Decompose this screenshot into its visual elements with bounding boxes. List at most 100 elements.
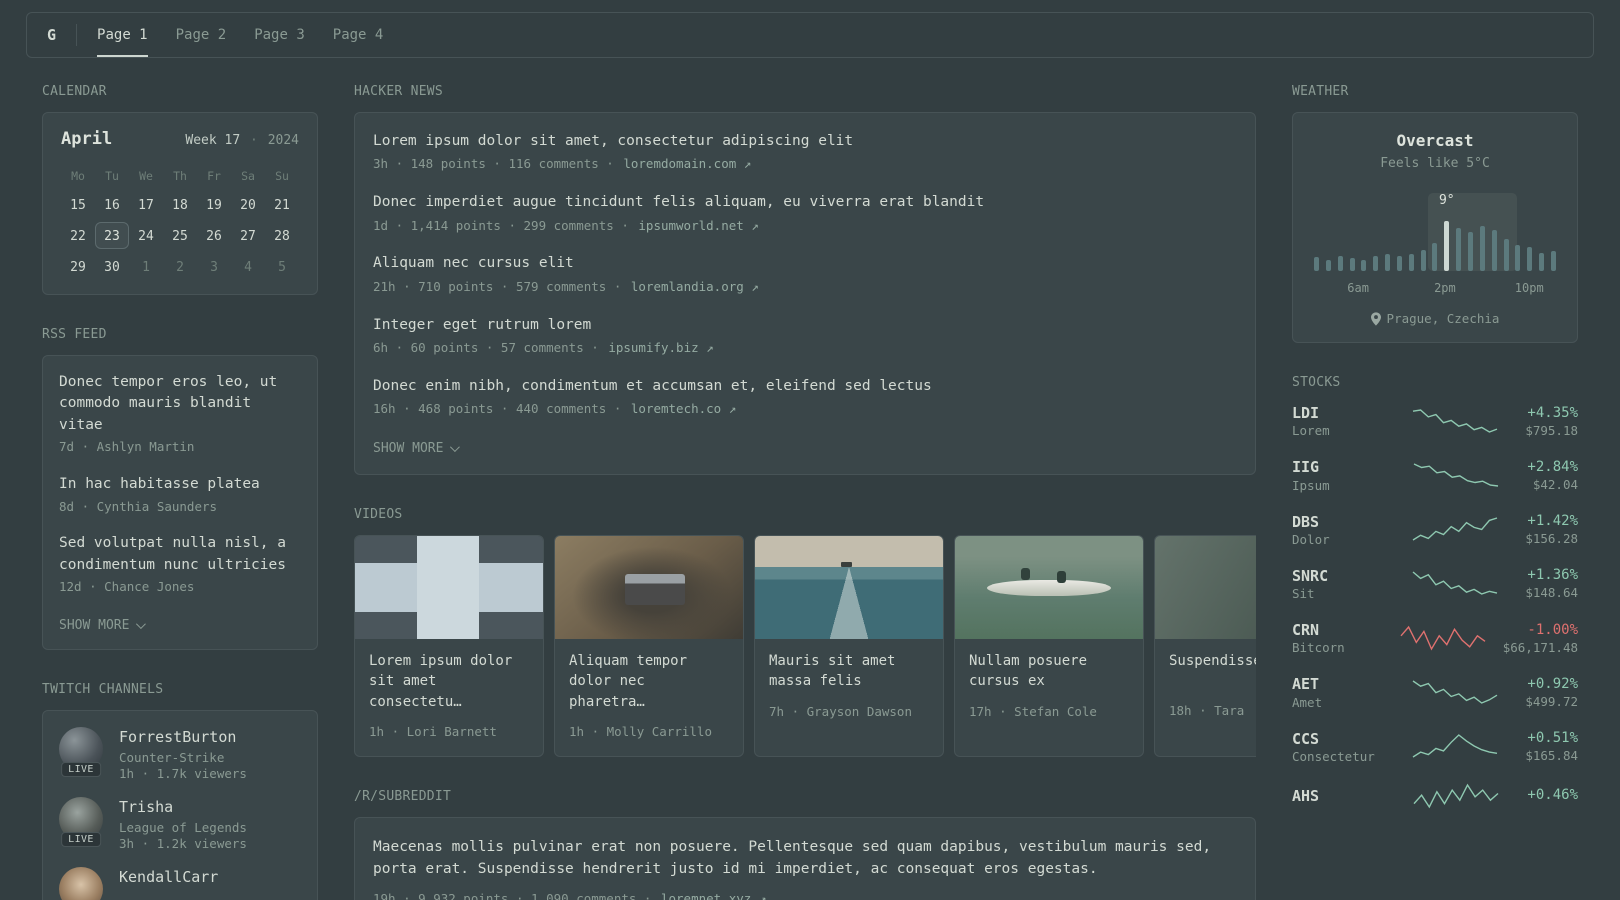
weather-bar <box>1385 253 1391 271</box>
video-thumbnail[interactable] <box>355 536 543 640</box>
hn-show-more-button[interactable]: SHOW MORE <box>373 441 461 456</box>
calendar-day: 4 <box>244 260 252 275</box>
videos-row: Lorem ipsum dolor sit amet consectetu… 1… <box>354 535 1256 757</box>
rss-item-meta: 8d · Cynthia Saunders <box>59 498 218 514</box>
hn-item-domain-link[interactable]: ipsumify.biz ↗ <box>608 340 713 355</box>
stock-price: $499.72 <box>1525 693 1578 709</box>
stock-identity: AHS <box>1292 786 1384 806</box>
live-badge: LIVE <box>61 831 101 847</box>
hn-item-domain-link[interactable]: loremdomain.com ↗ <box>623 156 751 171</box>
stock-row[interactable]: CCS Consectetur +0.51% $165.84 <box>1292 729 1578 764</box>
hn-item-meta: 1d · 1,414 points · 299 comments · ipsum… <box>373 217 1237 236</box>
video-card[interactable]: Nullam posuere cursus ex 17h · Stefan Co… <box>954 535 1144 757</box>
hn-item-domain-link[interactable]: ipsumworld.net ↗ <box>638 218 758 233</box>
stock-price: $66,171.48 <box>1502 639 1578 655</box>
hn-item-title[interactable]: Lorem ipsum dolor sit amet, consectetur … <box>373 131 1237 152</box>
avatar: LIVE <box>59 796 103 847</box>
stock-row[interactable]: AHS +0.46% <box>1292 783 1578 809</box>
stock-price: $148.64 <box>1525 585 1578 601</box>
subreddit-section-title: /R/SUBREDDIT <box>354 788 452 804</box>
video-title[interactable]: Aliquam tempor dolor nec pharetra… <box>569 651 729 712</box>
calendar-day: 26 <box>206 229 222 244</box>
stock-identity: CRN Bitcorn <box>1292 620 1384 655</box>
stock-row[interactable]: SNRC Sit +1.36% $148.64 <box>1292 566 1578 601</box>
stock-sparkline <box>1384 733 1525 759</box>
video-title[interactable]: Suspendisse diam <box>1169 651 1256 691</box>
video-card[interactable]: Mauris sit amet massa felis 7h · Grayson… <box>754 535 944 757</box>
stock-change: +0.46% <box>1527 787 1578 804</box>
hn-item-domain-link[interactable]: loremlandia.org ↗ <box>631 279 759 294</box>
hn-item-title[interactable]: Donec enim nibh, condimentum et accumsan… <box>373 376 1237 397</box>
page-tab[interactable]: Page 1 <box>97 13 148 57</box>
video-thumbnail[interactable] <box>755 536 943 640</box>
stock-row[interactable]: IIG Ipsum +2.84% $42.04 <box>1292 457 1578 492</box>
channel-name[interactable]: ForrestBurton <box>119 727 247 748</box>
stock-row[interactable]: CRN Bitcorn -1.00% $66,171.48 <box>1292 620 1578 655</box>
weather-bar <box>1396 256 1402 271</box>
video-body: Aliquam tempor dolor nec pharetra… 1h · … <box>555 639 743 756</box>
rss-show-more-button[interactable]: SHOW MORE <box>59 618 147 633</box>
video-card[interactable]: Lorem ipsum dolor sit amet consectetu… 1… <box>354 535 544 757</box>
rss-item: Donec tempor eros leo, ut commodo mauris… <box>59 372 301 457</box>
middle-column: HACKER NEWS Lorem ipsum dolor sit amet, … <box>354 84 1256 900</box>
left-column: CALENDAR April Week 17 · 2024 Mo Tu We T… <box>42 84 318 900</box>
calendar-day: 18 <box>172 198 188 213</box>
hn-item-title[interactable]: Integer eget rutrum lorem <box>373 315 1237 336</box>
stock-row[interactable]: AET Amet +0.92% $499.72 <box>1292 674 1578 709</box>
weather-bar <box>1432 242 1438 271</box>
video-title[interactable]: Lorem ipsum dolor sit amet consectetu… <box>369 651 529 712</box>
stock-values: +0.46% <box>1527 786 1578 805</box>
hacker-news-list: Lorem ipsum dolor sit amet, consectetur … <box>373 131 1237 419</box>
hacker-news-item: Aliquam nec cursus elit 21h · 710 points… <box>373 253 1237 296</box>
weather-bar <box>1337 256 1343 271</box>
video-thumbnail[interactable] <box>955 536 1143 640</box>
video-meta: 17h · Stefan Cole <box>969 703 1097 719</box>
rss-item-meta: 12d · Chance Jones <box>59 579 195 595</box>
stock-sparkline <box>1384 408 1525 434</box>
rss-item-title[interactable]: Donec tempor eros leo, ut commodo mauris… <box>59 372 301 436</box>
weather-bars <box>1311 221 1559 271</box>
stock-row[interactable]: DBS Dolor +1.42% $156.28 <box>1292 512 1578 547</box>
stock-ticker: AET <box>1292 675 1320 694</box>
page-tab[interactable]: Page 3 <box>254 13 305 57</box>
channel-name[interactable]: Trisha <box>119 797 247 818</box>
stock-row[interactable]: LDI Lorem +4.35% $795.18 <box>1292 403 1578 438</box>
channel-name[interactable]: KendallCarr <box>119 867 218 888</box>
weather-feels-like: Feels like 5°C <box>1380 156 1490 171</box>
weather-card: Overcast Feels like 5°C 9° 6am 2pm 10pm Pr… <box>1292 112 1578 343</box>
video-title[interactable]: Nullam posuere cursus ex <box>969 651 1129 692</box>
video-card[interactable]: Suspendisse diam 18h · Tara <box>1154 535 1256 757</box>
hacker-news-item: Integer eget rutrum lorem 6h · 60 points… <box>373 315 1237 358</box>
video-thumbnail[interactable] <box>1155 536 1256 640</box>
rss-item: Sed volutpat nulla nisl, a condimentum n… <box>59 533 301 597</box>
hn-item-domain-link[interactable]: loremtech.co ↗ <box>631 401 736 416</box>
rss-card: Donec tempor eros leo, ut commodo mauris… <box>42 355 318 650</box>
page-tab[interactable]: Page 2 <box>176 13 227 57</box>
calendar-day: 28 <box>274 229 290 244</box>
subreddit-post-title[interactable]: Maecenas mollis pulvinar erat non posuer… <box>373 836 1237 881</box>
twitch-channel-item[interactable]: LIVE KendallCarr <box>59 866 301 900</box>
stock-identity: IIG Ipsum <box>1292 457 1384 492</box>
stock-values: +0.51% $165.84 <box>1525 729 1578 763</box>
calendar-day: 21 <box>274 198 290 213</box>
hn-item-title[interactable]: Donec imperdiet augue tincidunt felis al… <box>373 192 1237 213</box>
hacker-news-item: Lorem ipsum dolor sit amet, consectetur … <box>373 131 1237 174</box>
video-thumbnail[interactable] <box>555 536 743 640</box>
avatar: LIVE <box>59 726 103 777</box>
page-tab[interactable]: Page 4 <box>333 13 384 57</box>
subreddit-domain-link[interactable]: loremnet.xyz ↗ <box>661 891 766 900</box>
video-meta: 18h · Tara <box>1169 703 1245 719</box>
rss-item-title[interactable]: Sed volutpat nulla nisl, a condimentum n… <box>59 533 301 576</box>
video-card[interactable]: Aliquam tempor dolor nec pharetra… 1h · … <box>554 535 744 757</box>
calendar-month: April <box>61 129 113 149</box>
rss-item-title[interactable]: In hac habitasse platea <box>59 474 301 495</box>
video-title[interactable]: Mauris sit amet massa felis <box>769 651 929 692</box>
weather-time-label: 2pm <box>1434 281 1456 295</box>
calendar-day: 30 <box>104 260 120 275</box>
twitch-channel-item[interactable]: LIVE ForrestBurton Counter-Strike 1h · 1… <box>59 726 301 781</box>
twitch-channel-item[interactable]: LIVE Trisha League of Legends 3h · 1.2k … <box>59 796 301 851</box>
calendar-day-header: Su <box>275 169 289 183</box>
rss-section-title: RSS FEED <box>42 327 107 342</box>
hn-item-title[interactable]: Aliquam nec cursus elit <box>373 253 1237 274</box>
app-logo[interactable]: G <box>43 26 60 44</box>
